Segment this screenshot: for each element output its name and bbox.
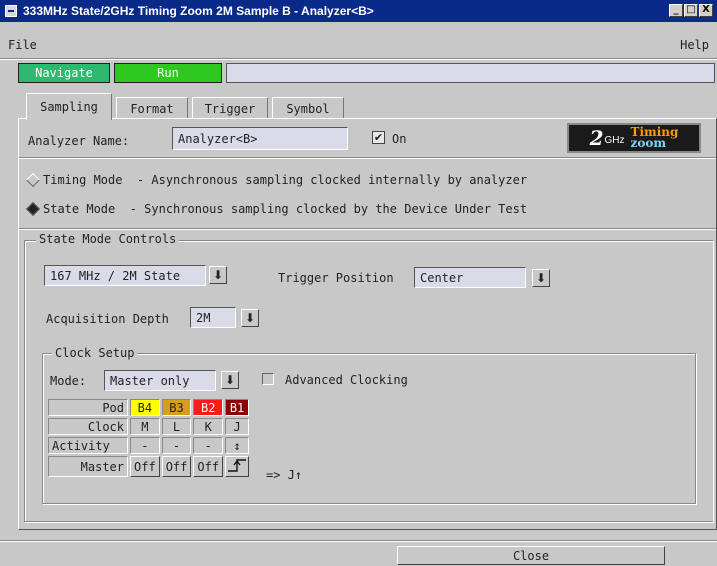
pod-b4: B4 (130, 399, 160, 416)
clock-b1: J (225, 418, 250, 435)
window-menu-icon[interactable] (5, 5, 17, 17)
analyzer-name-value: Analyzer<B> (178, 131, 258, 146)
activity-b2: - (193, 437, 224, 454)
radio-empty-icon (25, 172, 41, 188)
state-mode-label: State Mode - Synchronous sampling clocke… (43, 202, 528, 216)
trigger-position-dropdown-icon[interactable]: ⬇ (532, 269, 550, 287)
activity-b3: - (161, 437, 192, 454)
activity-row-label: Activity (48, 437, 128, 454)
footer-divider (0, 540, 717, 542)
on-checkbox[interactable]: ✔ (372, 131, 385, 144)
clock-row: Clock M L K J (48, 418, 250, 435)
logo-ghz: GHz (604, 134, 625, 146)
clock-row-label: Clock (48, 418, 128, 435)
mode-label: Mode: (50, 374, 87, 388)
analyzer-name-label: Analyzer Name: (28, 134, 130, 148)
minimize-button[interactable]: _ (669, 4, 683, 17)
status-field (226, 63, 715, 83)
acquisition-depth-dropdown-icon[interactable]: ⬇ (241, 309, 259, 327)
navigate-button[interactable]: Navigate (18, 63, 110, 83)
clock-mode-select[interactable]: Master only (104, 370, 216, 391)
analyzer-name-input[interactable]: Analyzer<B> (172, 127, 348, 150)
close-window-button[interactable]: X (699, 4, 713, 17)
trigger-position-value: Center (420, 270, 464, 285)
trigger-position-label: Trigger Position (278, 271, 394, 285)
clock-setup-label: Clock Setup (52, 346, 138, 360)
menu-help[interactable]: Help (680, 38, 709, 52)
window-title: 333MHz State/2GHz Timing Zoom 2M Sample … (23, 4, 374, 18)
tab-symbol[interactable]: Symbol (272, 97, 344, 119)
advanced-clocking-checkbox[interactable] (262, 373, 274, 385)
logo-zoom: zoom (630, 136, 667, 150)
clock-b4: M (130, 418, 160, 435)
divider-2 (19, 228, 716, 230)
maximize-button[interactable]: □ (684, 4, 698, 17)
close-button[interactable]: Close (397, 546, 665, 565)
menu-divider (0, 58, 717, 60)
state-mode-controls-label: State Mode Controls (36, 232, 180, 246)
checkmark-icon: ✔ (373, 131, 384, 144)
menu-bar (0, 32, 717, 56)
pod-b2: B2 (193, 399, 224, 416)
master-b1-button[interactable] (225, 456, 250, 477)
tab-sampling[interactable]: Sampling (26, 93, 112, 120)
activity-b4: - (130, 437, 160, 454)
clock-equation: => J↑ (266, 468, 303, 482)
menu-file[interactable]: File (8, 38, 37, 52)
acquisition-depth-select[interactable]: 2M (190, 307, 236, 328)
speed-value: 167 MHz / 2M State (50, 268, 181, 283)
clock-grid: Pod B4 B3 B2 B1 Clock M L K J Activity -… (46, 397, 251, 479)
speed-dropdown-icon[interactable]: ⬇ (209, 266, 227, 284)
rising-edge-icon (228, 459, 247, 472)
activity-b1: ↕ (225, 437, 250, 454)
on-label: On (392, 132, 407, 146)
clock-mode-dropdown-icon[interactable]: ⬇ (221, 371, 239, 389)
timing-mode-label: Timing Mode - Asynchronous sampling cloc… (43, 173, 528, 187)
acquisition-depth-value: 2M (196, 310, 211, 325)
master-row: Master Off Off Off (48, 456, 250, 477)
clock-b3: L (161, 418, 192, 435)
pod-b1: B1 (225, 399, 250, 416)
master-b3-button[interactable]: Off (161, 456, 192, 477)
advanced-clocking-label: Advanced Clocking (285, 373, 408, 387)
logo-2: 2 (589, 126, 604, 150)
title-bar: 333MHz State/2GHz Timing Zoom 2M Sample … (0, 0, 717, 22)
master-row-label: Master (48, 456, 128, 477)
timing-mode-option[interactable]: Timing Mode - Asynchronous sampling cloc… (25, 172, 528, 188)
trigger-position-select[interactable]: Center (414, 267, 526, 288)
speed-select[interactable]: 167 MHz / 2M State (44, 265, 206, 286)
activity-row: Activity - - - ↕ (48, 437, 250, 454)
divider-1 (19, 157, 716, 159)
pod-b3: B3 (161, 399, 192, 416)
timing-zoom-logo: 2 GHz Timing zoom (567, 123, 701, 153)
radio-selected-icon (25, 201, 41, 217)
acquisition-depth-label: Acquisition Depth (46, 312, 169, 326)
pod-row-label: Pod (48, 399, 128, 416)
pod-row: Pod B4 B3 B2 B1 (48, 399, 250, 416)
tab-trigger[interactable]: Trigger (192, 97, 268, 119)
master-b4-button[interactable]: Off (130, 456, 160, 477)
master-b2-button[interactable]: Off (193, 456, 224, 477)
tab-format[interactable]: Format (116, 97, 188, 119)
clock-b2: K (193, 418, 224, 435)
state-mode-option[interactable]: State Mode - Synchronous sampling clocke… (25, 201, 528, 217)
run-button[interactable]: Run (114, 63, 222, 83)
clock-mode-value: Master only (110, 373, 190, 388)
